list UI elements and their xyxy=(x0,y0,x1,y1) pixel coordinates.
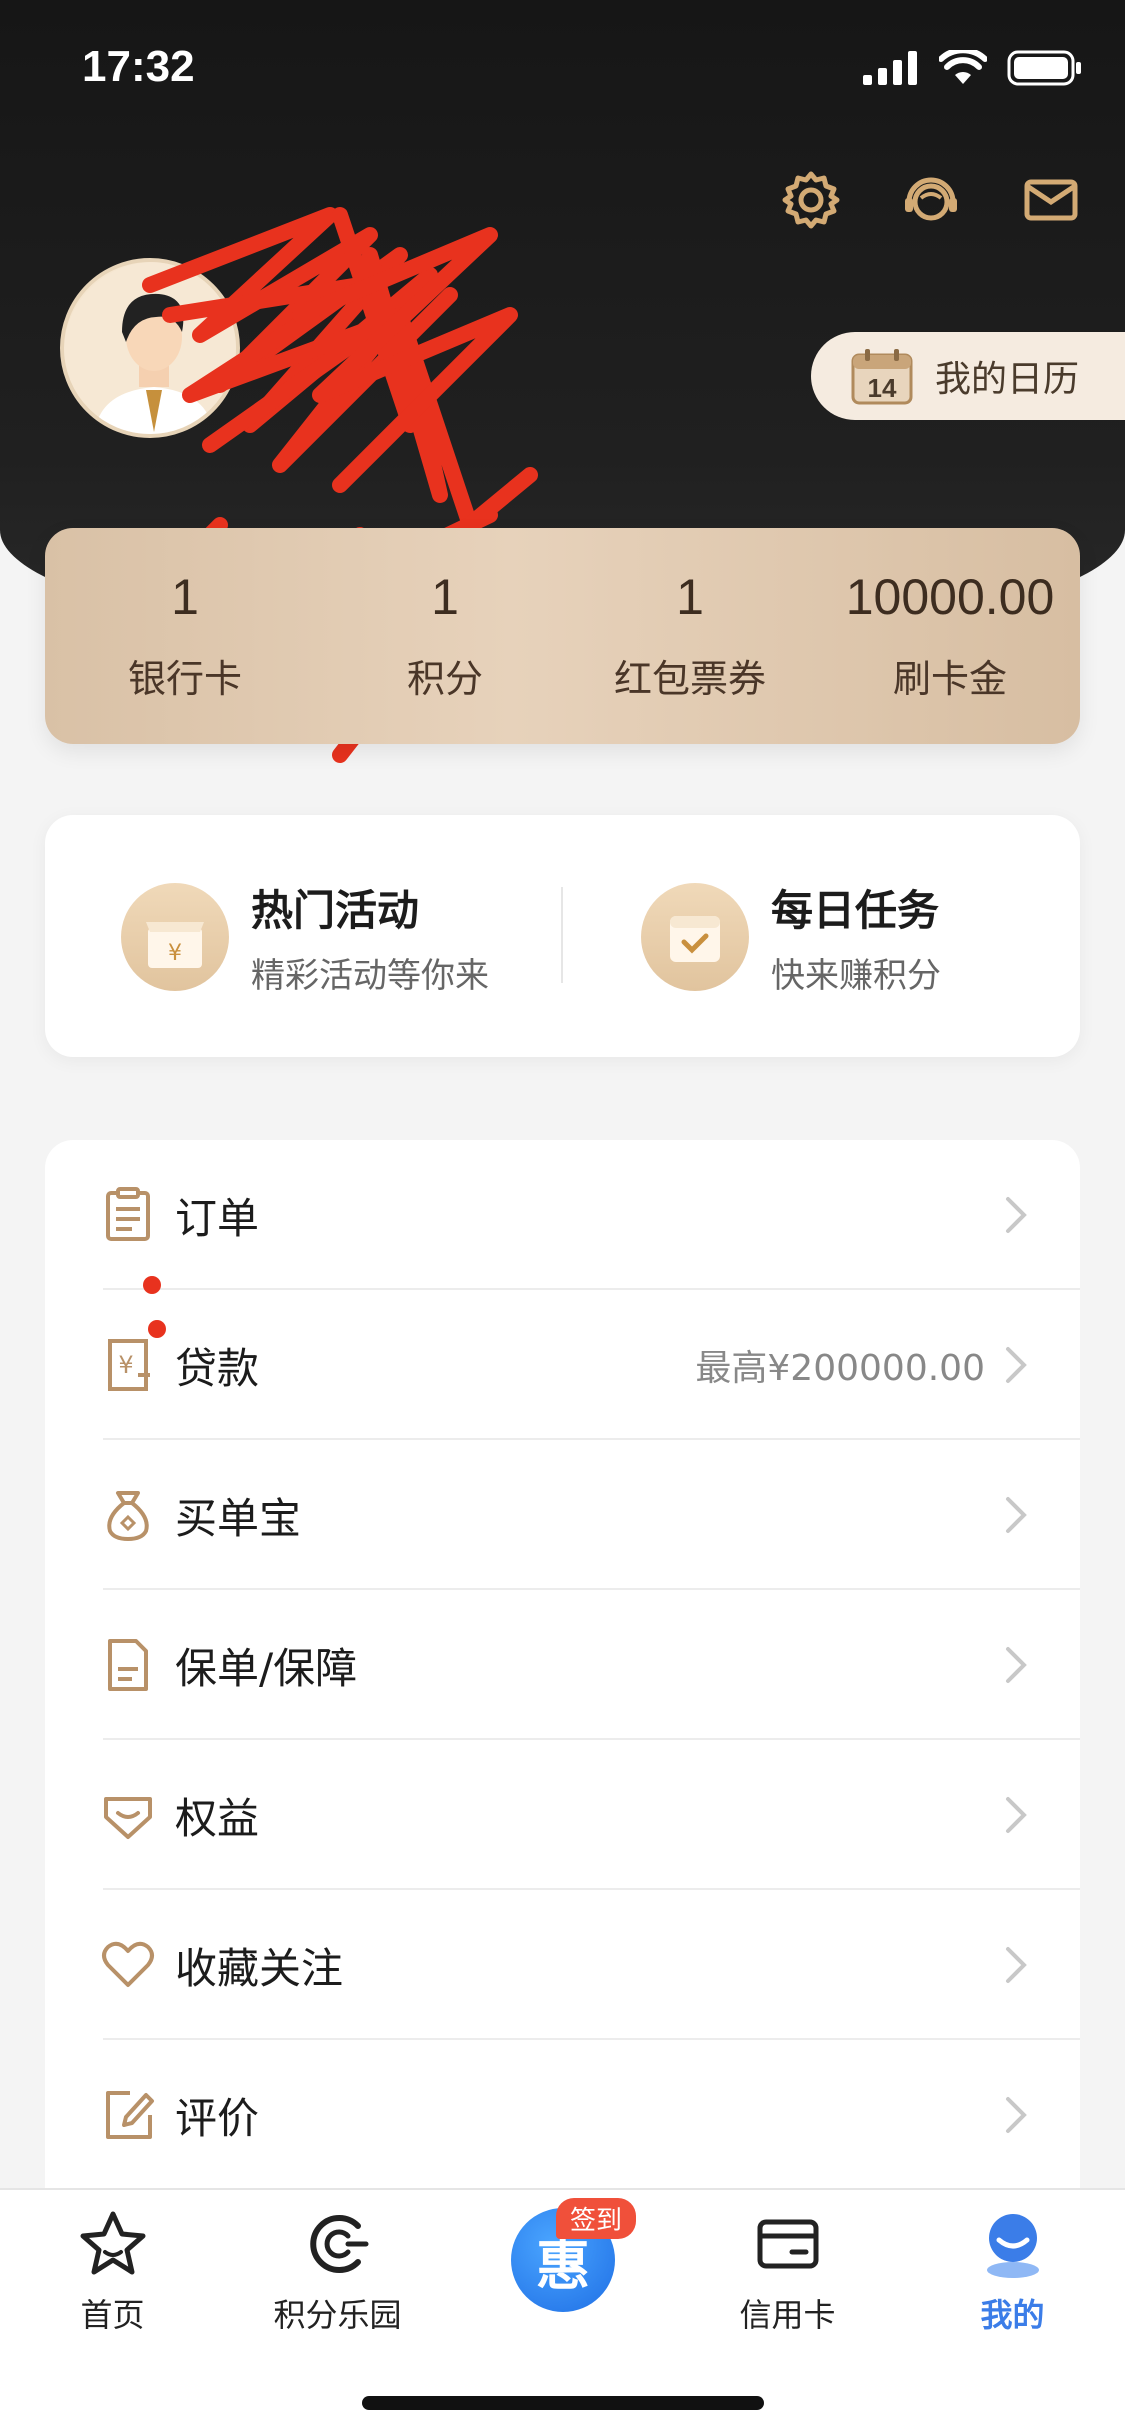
stat-label: 积分 xyxy=(406,657,483,701)
menu-label: 收藏关注 xyxy=(175,1943,344,1993)
activity-subtitle: 精彩活动等你来 xyxy=(251,956,489,996)
menu-item-maidanbao[interactable]: 买单宝 xyxy=(45,1440,1080,1590)
daily-tasks-entry[interactable]: 每日任务 快来赚积分 xyxy=(641,877,941,997)
chevron-right-icon xyxy=(1006,1197,1027,1233)
chevron-right-icon xyxy=(1006,1497,1027,1533)
svg-text:¥: ¥ xyxy=(118,1351,133,1379)
menu-label: 买单宝 xyxy=(175,1493,302,1543)
status-time: 17:32 xyxy=(82,42,195,91)
stat-value: 1 xyxy=(431,569,459,625)
menu-item-orders[interactable]: 订单 xyxy=(45,1140,1080,1290)
home-indicator[interactable] xyxy=(362,2396,764,2410)
menu-item-policy[interactable]: 保单/保障 xyxy=(45,1590,1080,1740)
diamond-tag-icon xyxy=(104,1797,152,1839)
stat-vouchers[interactable]: 1 红包票券 xyxy=(560,568,820,703)
tab-label: 首页 xyxy=(80,2296,145,2334)
menu-item-reviews[interactable]: 评价 xyxy=(45,2040,1080,2190)
my-calendar-button[interactable]: 14 我的日历 xyxy=(811,332,1125,420)
menu-item-loans[interactable]: ¥ 贷款 最高¥200000.00 xyxy=(45,1290,1080,1440)
stat-swipe-credit[interactable]: 10000.00 刷卡金 xyxy=(820,568,1080,703)
stat-value: 1 xyxy=(676,569,704,625)
redaction-dot xyxy=(148,1320,166,1338)
stat-label: 刷卡金 xyxy=(892,657,1007,701)
clipboard-icon xyxy=(106,1187,150,1241)
menu-label: 权益 xyxy=(175,1793,260,1843)
calendar-label: 我的日历 xyxy=(935,359,1080,400)
calendar-icon: 14 xyxy=(851,349,913,405)
stat-value: 10000.00 xyxy=(845,569,1055,625)
profile-icon xyxy=(986,2214,1039,2278)
menu-list: 订单 ¥ 贷款 最高¥200000.00 买单宝 保单/保障 权益 收藏关注 评… xyxy=(45,1140,1080,2200)
document-icon xyxy=(108,1639,148,1691)
tab-points-park[interactable]: 积分乐园 xyxy=(225,2208,450,2336)
yuan-receipt-icon: ¥ xyxy=(108,1339,150,1391)
menu-label: 保单/保障 xyxy=(175,1643,358,1693)
activity-subtitle: 快来赚积分 xyxy=(771,956,941,996)
battery-icon xyxy=(1007,50,1081,86)
activity-divider xyxy=(561,887,563,983)
chevron-right-icon xyxy=(1006,1647,1027,1683)
menu-label: 评价 xyxy=(175,2093,260,2143)
stat-label: 银行卡 xyxy=(127,657,242,701)
chevron-right-icon xyxy=(1006,2097,1027,2133)
menu-extra: 最高¥200000.00 xyxy=(695,1348,985,1389)
status-icons xyxy=(863,50,1083,86)
stat-value: 1 xyxy=(171,569,199,625)
stats-card: 1 银行卡 1 积分 1 红包票券 10000.00 刷卡金 xyxy=(45,528,1080,744)
redaction-dot xyxy=(143,1276,161,1294)
tab-label: 积分乐园 xyxy=(273,2296,402,2334)
stat-points[interactable]: 1 积分 xyxy=(315,568,575,703)
menu-label: 订单 xyxy=(175,1193,260,1243)
gift-icon: ¥ xyxy=(121,883,229,991)
tab-credit-card[interactable]: 信用卡 xyxy=(675,2208,900,2336)
activity-title: 热门活动 xyxy=(251,886,420,935)
menu-item-favorites[interactable]: 收藏关注 xyxy=(45,1890,1080,2040)
status-bar: 17:32 xyxy=(0,0,1125,140)
header-actions xyxy=(779,168,1083,232)
edit-icon xyxy=(106,2091,154,2139)
activity-card: ¥ 热门活动 精彩活动等你来 每日任务 快来赚积分 xyxy=(45,815,1080,1057)
calendar-check-icon xyxy=(641,883,749,991)
menu-label: 贷款 xyxy=(175,1343,260,1393)
tab-home[interactable]: 首页 xyxy=(0,2208,225,2336)
hot-activities-entry[interactable]: ¥ 热门活动 精彩活动等你来 xyxy=(121,877,489,997)
money-bag-icon xyxy=(107,1491,149,1542)
avatar-illustration xyxy=(64,262,236,434)
chevron-right-icon xyxy=(1006,1347,1027,1383)
tab-mine[interactable]: 我的 xyxy=(900,2208,1125,2336)
stat-bank-card[interactable]: 1 银行卡 xyxy=(55,568,315,703)
customer-service-icon[interactable] xyxy=(899,168,963,232)
checkin-badge: 签到 xyxy=(556,2198,637,2239)
star-icon xyxy=(80,2211,145,2275)
wifi-icon xyxy=(939,50,987,84)
chevron-right-icon xyxy=(1006,1797,1027,1833)
activity-title: 每日任务 xyxy=(771,886,940,935)
menu-item-benefits[interactable]: 权益 xyxy=(45,1740,1080,1890)
points-c-icon xyxy=(309,2215,368,2273)
tab-label: 信用卡 xyxy=(739,2296,836,2334)
signal-icon xyxy=(863,51,917,85)
calendar-day: 14 xyxy=(868,373,897,403)
gear-icon[interactable] xyxy=(779,168,843,232)
heart-icon xyxy=(102,1941,154,1987)
credit-card-icon xyxy=(757,2219,818,2269)
tab-label: 我的 xyxy=(980,2296,1045,2334)
svg-text:¥: ¥ xyxy=(168,941,182,966)
avatar[interactable] xyxy=(60,258,240,438)
chevron-right-icon xyxy=(1006,1947,1027,1983)
stat-label: 红包票券 xyxy=(613,657,766,701)
mail-icon[interactable] xyxy=(1019,168,1083,232)
